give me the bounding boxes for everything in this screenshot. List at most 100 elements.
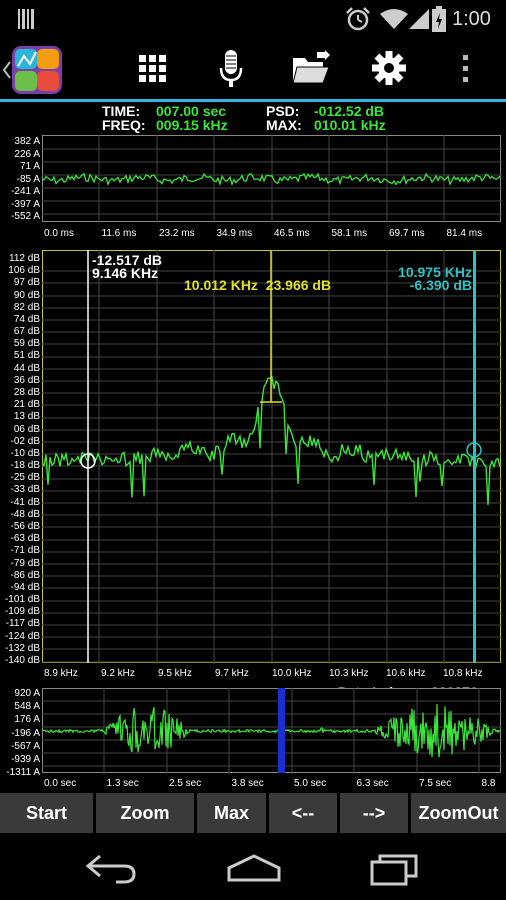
- waveform-y-tick: -85 A: [16, 173, 40, 185]
- timeline-y-tick: 920 A: [14, 688, 40, 699]
- spectrum-y-tick: 59 dB: [13, 338, 40, 350]
- spectrum-y-tick: -101 dB: [4, 594, 40, 606]
- spectrum-y-tick: -18 dB: [10, 460, 40, 472]
- back-button[interactable]: <--: [269, 793, 337, 833]
- spectrum-plot: [42, 250, 502, 664]
- waveform-y-tick: -397 A: [11, 198, 40, 210]
- timeline-x-tick: 2.5 sec: [169, 778, 202, 789]
- spectrum-x-tick: 10.8 kHz: [443, 668, 483, 679]
- spectrum-y-tick: -124 dB: [4, 630, 40, 642]
- waveform-x-tick: 23.2 ms: [159, 228, 195, 239]
- spectrum-x-tick: 9.2 kHz: [101, 668, 135, 679]
- start-button[interactable]: Start: [0, 793, 93, 833]
- spectrum-x-tick: 10.3 kHz: [329, 668, 369, 679]
- spectrum-y-tick: 51 dB: [13, 350, 40, 362]
- spectrum-y-tick: -25 dB: [10, 472, 40, 484]
- waveform-x-tick: 0.0 ms: [44, 228, 75, 239]
- freq-value: 009.15 kHz: [156, 117, 228, 133]
- spectrum-y-tick: -140 dB: [4, 655, 40, 666]
- forward-button[interactable]: -->: [340, 793, 408, 833]
- waveform-x-tick: 34.9 ms: [216, 228, 253, 239]
- spectrum-y-tick: 36 dB: [13, 374, 40, 386]
- timeline-y-tick: 176 A: [14, 714, 40, 726]
- max-value: 010.01 kHz: [314, 117, 386, 133]
- grid-icon[interactable]: [139, 55, 167, 83]
- peak-cursor-label: 10.012 KHz 23.966 dB: [184, 277, 332, 293]
- spectrum-y-tick: -02 dB: [10, 435, 40, 447]
- wifi-icon: [380, 9, 408, 29]
- spectrum-x-tick: 10.6 kHz: [386, 668, 426, 679]
- alarm-icon: [346, 7, 370, 31]
- spectrum-y-tick: 112 dB: [9, 253, 40, 264]
- home-icon[interactable]: [226, 854, 282, 882]
- waveform-y-tick: -552 A: [11, 211, 40, 222]
- psd-label: PSD:: [266, 103, 300, 119]
- spectrum-y-tick: 06 dB: [13, 423, 40, 435]
- waveform-x-tick: 46.5 ms: [274, 228, 310, 239]
- microphone-icon[interactable]: [219, 50, 243, 88]
- chevron-left-icon: [2, 61, 11, 79]
- timeline-x-tick: 6.3 sec: [356, 778, 389, 789]
- overflow-menu-icon[interactable]: [462, 54, 470, 84]
- waveform-y-tick: -241 A: [11, 186, 40, 197]
- spectrum-y-tick: 90 dB: [13, 289, 40, 301]
- spectrum-y-tick: 44 dB: [13, 362, 40, 374]
- timeline-plot: [42, 688, 502, 774]
- waveform-y-tick: 226 A: [14, 148, 40, 160]
- spectrum-y-tick: 67 dB: [13, 326, 40, 338]
- timeline-x-tick: 7.5 sec: [419, 778, 452, 789]
- readout-panel: TIME: 007.00 sec FREQ: 009.15 kHz PSD: -…: [0, 102, 506, 134]
- zoom-out-button[interactable]: ZoomOut: [411, 793, 506, 833]
- spectrum-y-tick: -63 dB: [10, 533, 40, 545]
- max-label: MAX:: [266, 117, 302, 133]
- spectrum-panel[interactable]: 112 dB 106 dB 97 dB 90 dB 82 dB 74 dB 67 dB 59 …: [0, 250, 506, 682]
- signal-icon: [409, 9, 429, 29]
- timeline-x-tick: 3.8 sec: [231, 778, 264, 789]
- zoom-button[interactable]: Zoom: [96, 793, 194, 833]
- gear-icon[interactable]: [372, 51, 406, 85]
- navigation-bar: [0, 836, 506, 900]
- spectrum-x-tick: 10.0 kHz: [272, 668, 312, 679]
- spectrum-y-tick: -79 dB: [10, 557, 40, 569]
- battery-icon: [432, 6, 446, 32]
- waveform-x-tick: 69.7 ms: [389, 228, 425, 239]
- left-cursor-freq: 9.146 KHz: [92, 265, 159, 281]
- timeline-panel[interactable]: Data Index: 229376 920 A548 A176 A-196 A…: [0, 684, 506, 799]
- spectrum-y-tick: 28 dB: [13, 387, 40, 398]
- barcode-icon: [18, 9, 34, 29]
- timeline-y-tick: -939 A: [11, 753, 40, 765]
- spectrum-y-tick: -132 dB: [4, 642, 40, 654]
- spectrum-y-tick: -56 dB: [10, 521, 40, 532]
- action-bar: [0, 38, 506, 100]
- folder-open-icon[interactable]: [291, 50, 331, 86]
- spectrum-y-tick: -10 dB: [10, 447, 40, 459]
- app-home-button[interactable]: [0, 46, 66, 94]
- spectrum-x-tick: 9.5 kHz: [158, 668, 192, 679]
- timeline-x-tick: 1.3 sec: [106, 778, 139, 789]
- waveform-y-tick: 71 A: [19, 161, 40, 172]
- spectrum-y-tick: 106 dB: [8, 265, 40, 277]
- waveform-x-tick: 11.6 ms: [101, 228, 137, 239]
- recents-icon[interactable]: [370, 852, 420, 886]
- timeline-y-tick: -196 A: [11, 727, 40, 739]
- app-logo-icon: [12, 46, 62, 94]
- psd-value: -012.52 dB: [314, 103, 385, 119]
- status-time: 1:00: [452, 8, 491, 30]
- waveform-panel[interactable]: 382 A 226 A 71 A -85 A -241 A -397 A -552 A 0.…: [0, 135, 506, 245]
- spectrum-y-tick: -71 dB: [10, 545, 40, 557]
- timeline-x-tick: 5.0 sec: [294, 778, 327, 789]
- spectrum-y-tick: 21 dB: [13, 399, 40, 411]
- waveform-y-tick: 382 A: [14, 136, 40, 147]
- waveform-x-tick: 58.1 ms: [331, 228, 368, 239]
- back-icon[interactable]: [86, 854, 138, 884]
- spectrum-y-tick: 97 dB: [13, 277, 40, 289]
- spectrum-y-tick: 74 dB: [13, 313, 40, 325]
- time-value: 007.00 sec: [156, 103, 227, 119]
- waveform-plot: [42, 135, 502, 223]
- status-bar: 1:00: [0, 0, 506, 38]
- timeline-y-tick: -567 A: [11, 740, 40, 752]
- spectrum-y-tick: 13 dB: [13, 411, 40, 423]
- spectrum-y-tick: -86 dB: [10, 569, 40, 581]
- max-button[interactable]: Max: [197, 793, 266, 833]
- spectrum-y-tick: -94 dB: [10, 581, 40, 593]
